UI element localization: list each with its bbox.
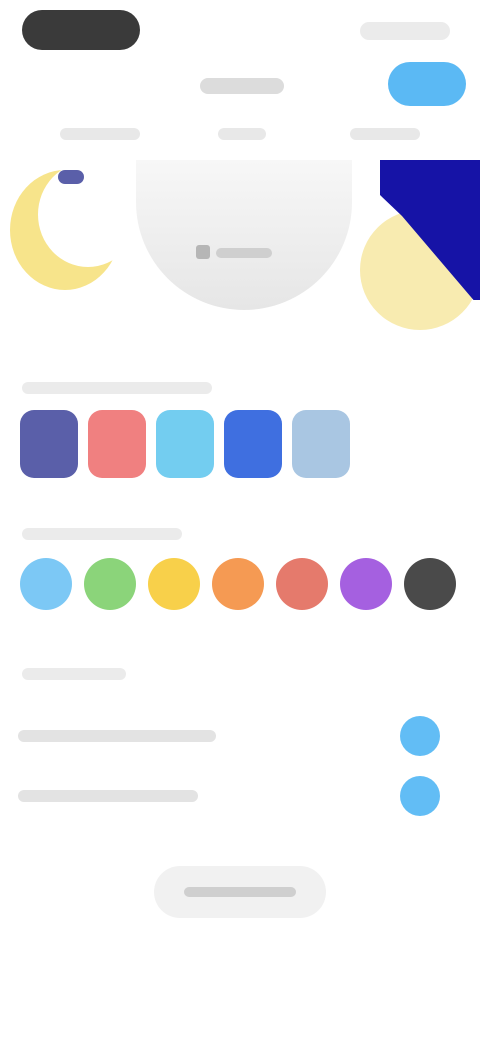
theme-swatch-steel[interactable] — [292, 410, 350, 478]
setting-toggle[interactable] — [400, 716, 440, 756]
preview-card-day[interactable] — [350, 160, 480, 340]
preview-card-default[interactable] — [136, 160, 352, 310]
preview-label-left — [60, 128, 140, 140]
theme-settings-screen — [0, 0, 480, 1040]
done-button[interactable] — [388, 62, 466, 106]
preview-card-night[interactable] — [0, 150, 130, 300]
theme-swatch-sky[interactable] — [156, 410, 214, 478]
setting-label — [18, 790, 198, 802]
theme-swatch-blue[interactable] — [224, 410, 282, 478]
page-title — [200, 78, 284, 94]
section-heading-theme — [22, 382, 212, 394]
accent-swatch-purple[interactable] — [340, 558, 392, 610]
theme-swatch-red[interactable] — [88, 410, 146, 478]
accent-swatch-yellow[interactable] — [148, 558, 200, 610]
preview-label-center — [218, 128, 266, 140]
section-heading-accent — [22, 528, 182, 540]
accent-swatch-orange[interactable] — [212, 558, 264, 610]
setting-label — [18, 730, 216, 742]
preview-caption — [216, 248, 272, 258]
status-bar-icons — [360, 22, 450, 40]
preview-icon — [196, 245, 210, 259]
accent-swatch-red[interactable] — [276, 558, 328, 610]
bottom-action-button[interactable] — [154, 866, 326, 918]
setting-row-1[interactable] — [0, 708, 480, 764]
accent-swatch-green[interactable] — [84, 558, 136, 610]
preview-badge — [58, 170, 84, 184]
accent-swatch-dark[interactable] — [404, 558, 456, 610]
bottom-action-label — [184, 887, 296, 897]
setting-toggle[interactable] — [400, 776, 440, 816]
theme-swatch-indigo[interactable] — [20, 410, 78, 478]
accent-swatch-blue[interactable] — [20, 558, 72, 610]
setting-row-2[interactable] — [0, 768, 480, 824]
status-bar-pill — [22, 10, 140, 50]
preview-label-right — [350, 128, 420, 140]
section-heading-settings — [22, 668, 126, 680]
